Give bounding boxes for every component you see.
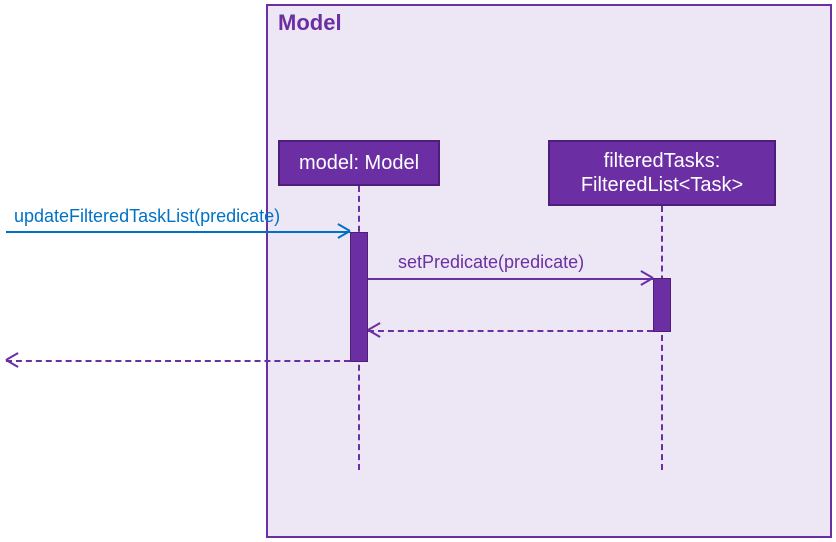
return-model-arrowhead [6, 354, 22, 366]
frame-label: Model [278, 10, 342, 36]
participant-filteredtasks: filteredTasks: FilteredList<Task> [548, 140, 776, 206]
return-model-arrow [6, 360, 350, 362]
msg-update-label: updateFilteredTaskList(predicate) [14, 206, 280, 227]
activation-model [350, 232, 368, 362]
msg-update-arrowhead [334, 225, 350, 237]
lifeline-filteredtasks [661, 206, 663, 470]
msg-setpredicate-arrow [368, 278, 653, 280]
return-filteredtasks-arrow [368, 330, 653, 332]
participant-model-label: model: Model [299, 151, 419, 175]
msg-setpredicate-arrowhead [637, 272, 653, 284]
participant-filteredtasks-label-1: filteredTasks: [604, 149, 721, 173]
activation-filteredtasks [653, 278, 671, 332]
participant-model: model: Model [278, 140, 440, 186]
msg-update-arrow [6, 231, 350, 233]
return-filteredtasks-arrowhead [368, 324, 384, 336]
msg-setpredicate-label: setPredicate(predicate) [398, 252, 584, 273]
participant-filteredtasks-label-2: FilteredList<Task> [581, 173, 743, 197]
sequence-diagram: Model model: Model filteredTasks: Filter… [0, 0, 836, 542]
